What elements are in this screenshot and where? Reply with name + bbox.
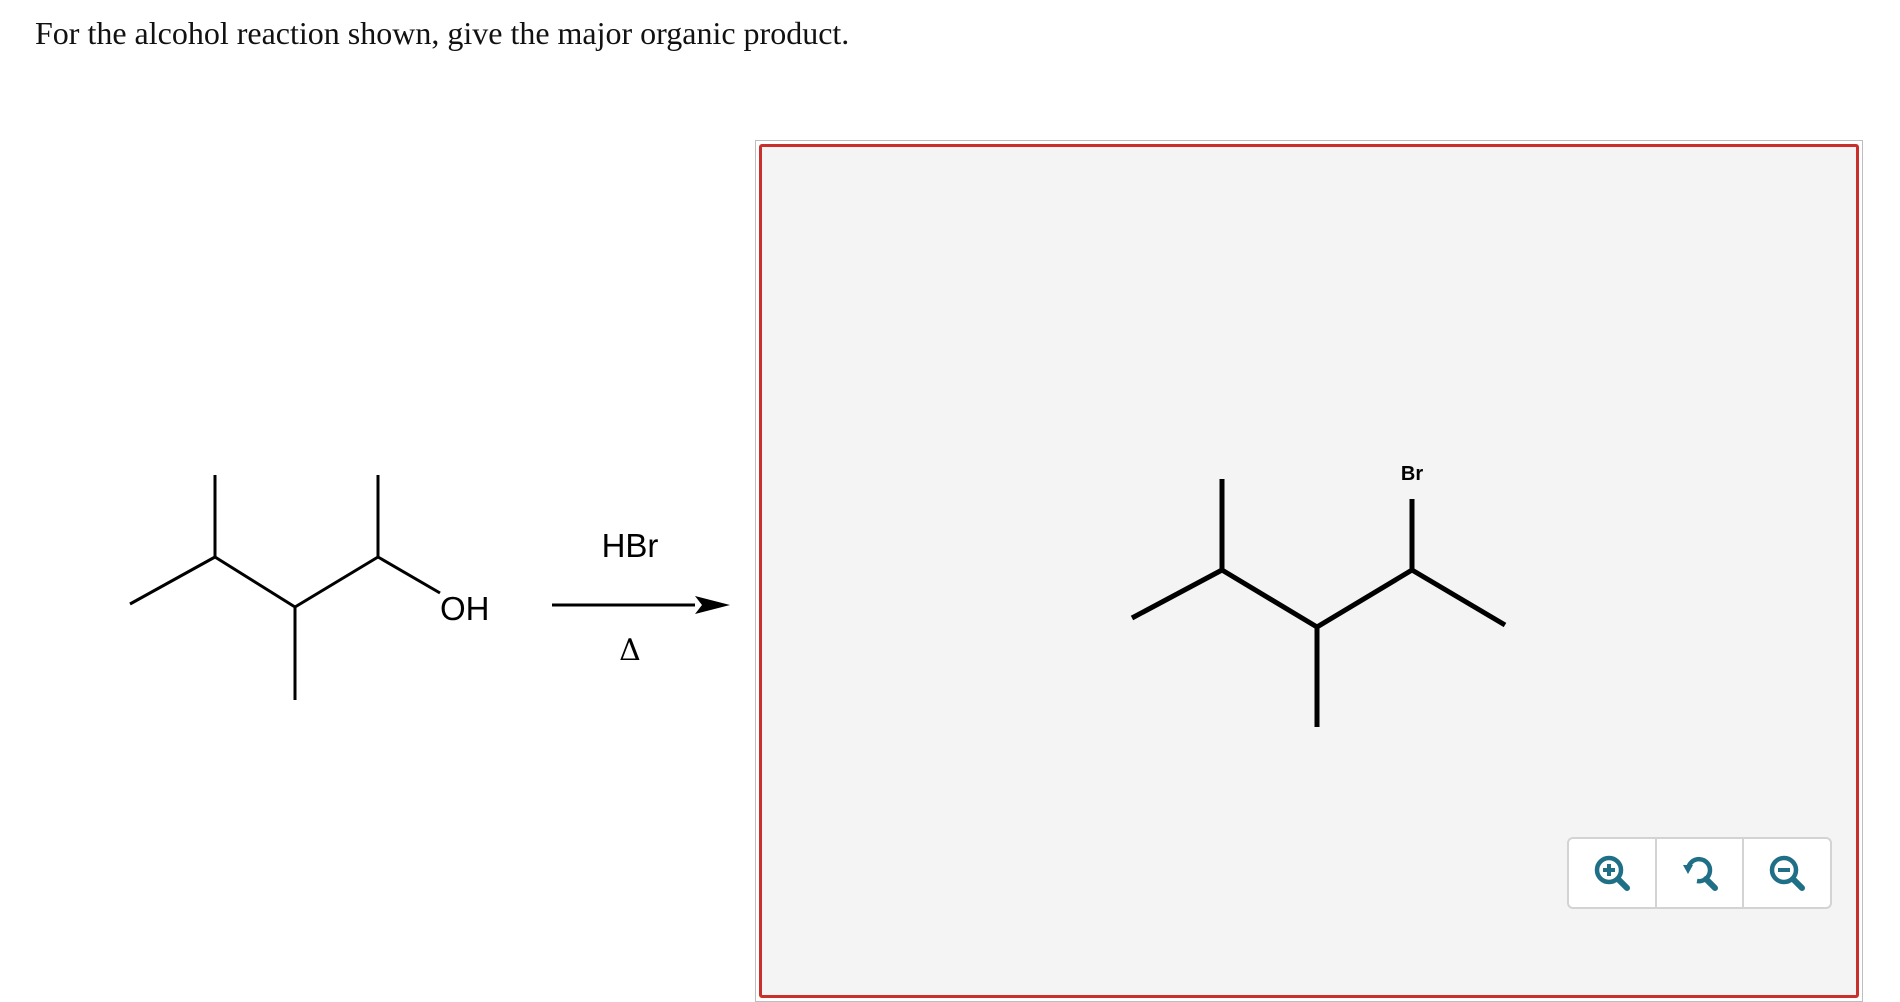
question-text: For the alcohol reaction shown, give the… <box>35 15 850 51</box>
answer-drawing-area[interactable]: Br <box>759 144 1859 998</box>
answer-frame: Br <box>755 140 1863 1002</box>
bond <box>214 555 296 609</box>
bond <box>294 555 379 609</box>
reaction-arrow-head <box>695 596 730 614</box>
bond <box>1410 567 1507 628</box>
reset-zoom-icon <box>1682 856 1718 891</box>
zoom-in-icon <box>1594 855 1630 891</box>
bond <box>129 555 216 606</box>
zoom-out-icon <box>1769 855 1806 891</box>
bond <box>1315 567 1414 630</box>
reagent-label: HBr <box>602 527 659 564</box>
oh-label: OH <box>440 590 490 627</box>
condition-label: Δ <box>619 633 641 668</box>
bond <box>1130 567 1224 621</box>
bond <box>1220 567 1319 630</box>
reset-zoom-button[interactable] <box>1654 839 1743 907</box>
br-label: Br <box>1401 463 1423 485</box>
zoom-in-button[interactable] <box>1569 839 1655 907</box>
product-structure[interactable]: Br <box>1102 417 1507 737</box>
bond <box>377 555 441 595</box>
zoom-out-button[interactable] <box>1742 839 1830 907</box>
zoom-toolbar <box>1567 837 1832 909</box>
reactant-structure: OH HBr Δ <box>129 475 730 700</box>
